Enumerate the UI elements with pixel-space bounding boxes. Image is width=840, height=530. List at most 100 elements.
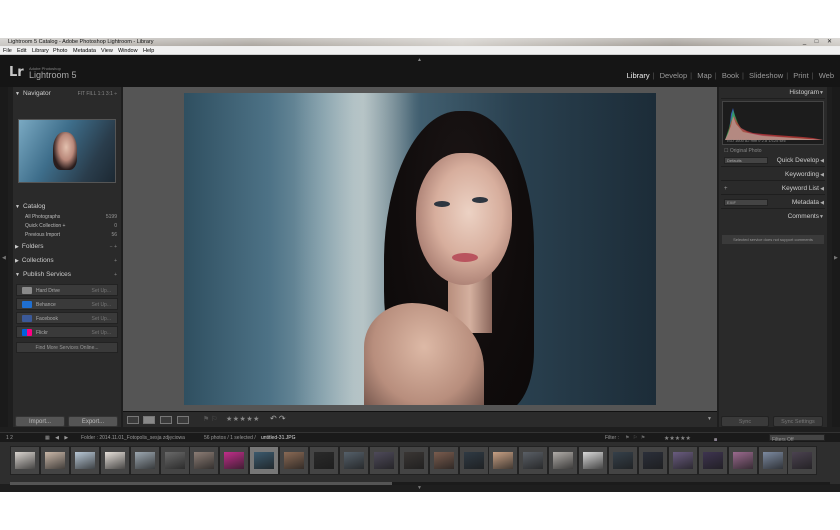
- collections-add-button[interactable]: +: [114, 258, 117, 264]
- service-behance[interactable]: Behance Set Up...: [16, 298, 118, 310]
- filmstrip-thumbnail[interactable]: [129, 446, 160, 475]
- filmstrip-thumbnail[interactable]: [608, 446, 638, 475]
- sync-settings-button[interactable]: Sync Settings: [773, 416, 823, 427]
- quick-develop-header[interactable]: Defaults Quick Develop ◀: [721, 155, 825, 167]
- filmstrip-thumbnail[interactable]: [368, 446, 399, 475]
- close-icon[interactable]: ✕: [824, 39, 835, 46]
- filmstrip-thumbnail[interactable]: [637, 446, 668, 475]
- filmstrip-thumbnail[interactable]: [428, 446, 459, 475]
- filmstrip-thumbnail[interactable]: [338, 446, 369, 475]
- menu-edit[interactable]: Edit: [17, 48, 26, 54]
- filter-preset-select[interactable]: Filters Off: [769, 434, 825, 443]
- import-button[interactable]: Import...: [15, 416, 65, 427]
- metadata-preset-select[interactable]: EXIF: [724, 199, 768, 206]
- filmstrip-thumbnail[interactable]: [667, 446, 698, 475]
- service-setup-button[interactable]: Set Up...: [92, 288, 111, 294]
- menu-metadata[interactable]: Metadata: [73, 48, 96, 54]
- service-setup-button[interactable]: Set Up...: [92, 302, 111, 308]
- flag-icons[interactable]: ⚑ ⚐: [203, 415, 218, 423]
- module-print[interactable]: Print: [793, 71, 808, 80]
- service-hard-drive[interactable]: Hard Drive Set Up...: [16, 284, 118, 296]
- minimize-icon[interactable]: _: [799, 39, 810, 46]
- filmstrip-thumbnail[interactable]: [458, 446, 489, 475]
- top-panel-toggle-icon[interactable]: ▲: [417, 57, 422, 63]
- histogram-header[interactable]: Histogram ▼: [721, 87, 825, 99]
- toolbar-options-chevron-icon[interactable]: ▼: [707, 416, 712, 422]
- menu-help[interactable]: Help: [143, 48, 154, 54]
- filmstrip-thumbnail[interactable]: [39, 446, 70, 475]
- sync-button[interactable]: Sync: [721, 416, 769, 427]
- loupe-view-icon[interactable]: [143, 416, 155, 424]
- find-more-services-button[interactable]: Find More Services Online...: [16, 342, 118, 353]
- publish-services-add-button[interactable]: +: [114, 272, 117, 278]
- grid-view-icon[interactable]: [127, 416, 139, 424]
- navigator-preview[interactable]: [18, 119, 116, 183]
- menu-view[interactable]: View: [101, 48, 113, 54]
- menu-library[interactable]: Library: [32, 48, 49, 54]
- service-facebook[interactable]: Facebook Set Up...: [16, 312, 118, 324]
- left-panel-edge[interactable]: ◀: [0, 87, 8, 427]
- survey-view-icon[interactable]: [177, 416, 189, 424]
- filmstrip-thumbnail[interactable]: [757, 446, 788, 475]
- publish-services-header[interactable]: ▼ Publish Services +: [15, 271, 119, 281]
- filmstrip-thumbnail[interactable]: [159, 446, 190, 475]
- right-panel-toggle-icon[interactable]: ▶: [834, 255, 838, 261]
- module-slideshow[interactable]: Slideshow: [749, 71, 783, 80]
- right-panel-edge[interactable]: ▶: [832, 87, 840, 427]
- folders-header[interactable]: ▶ Folders − +: [15, 243, 119, 253]
- export-button[interactable]: Export...: [68, 416, 118, 427]
- filmstrip-thumbnail[interactable]: [697, 446, 728, 475]
- filmstrip-selected-filename[interactable]: untitled-31.JPG: [261, 435, 295, 441]
- service-flickr[interactable]: Flickr Set Up...: [16, 326, 118, 338]
- menu-file[interactable]: File: [3, 48, 12, 54]
- catalog-row-previous-import[interactable]: Previous Import 56: [25, 232, 117, 240]
- star-rating[interactable]: ★★★★★: [226, 415, 260, 423]
- rotate-icons[interactable]: ↶ ↷: [270, 414, 286, 423]
- filmstrip-thumbnail[interactable]: [99, 446, 130, 475]
- filmstrip-source-path[interactable]: Folder : 2014.11.01_Fotopolis_sesja zdję…: [81, 435, 185, 441]
- filmstrip-thumbnail[interactable]: [69, 446, 100, 475]
- original-photo-checkbox[interactable]: ☐ Original Photo: [724, 148, 762, 154]
- catalog-header[interactable]: ▼ Catalog: [15, 203, 119, 213]
- keyword-add-button[interactable]: +: [724, 183, 728, 195]
- module-develop[interactable]: Develop: [660, 71, 688, 80]
- filmstrip[interactable]: [0, 442, 840, 485]
- quick-develop-preset-select[interactable]: Defaults: [724, 157, 768, 164]
- compare-view-icon[interactable]: [160, 416, 172, 424]
- module-web[interactable]: Web: [819, 71, 834, 80]
- module-book[interactable]: Book: [722, 71, 739, 80]
- loupe-view[interactable]: [123, 87, 717, 411]
- filmstrip-thumbnail[interactable]: [309, 446, 339, 475]
- module-library[interactable]: Library: [627, 71, 650, 80]
- maximize-icon[interactable]: □: [811, 39, 822, 46]
- navigator-zoom-options[interactable]: FIT FILL 1:1 3:1 ÷: [78, 91, 117, 97]
- metadata-header[interactable]: EXIF Metadata ◀: [721, 197, 825, 209]
- comments-header[interactable]: Comments ▼: [721, 211, 825, 223]
- filmstrip-thumbnail[interactable]: [398, 446, 429, 475]
- filmstrip-thumbnail[interactable]: [518, 446, 549, 475]
- left-panel-toggle-icon[interactable]: ◀: [2, 255, 6, 261]
- catalog-row-all-photographs[interactable]: All Photographs 5199: [25, 214, 117, 222]
- filmstrip-thumbnail[interactable]: [548, 446, 579, 475]
- keywording-header[interactable]: Keywording ◀: [721, 169, 825, 181]
- module-map[interactable]: Map: [697, 71, 712, 80]
- catalog-row-quick-collection[interactable]: Quick Collection + 0: [25, 223, 117, 231]
- service-setup-button[interactable]: Set Up...: [92, 330, 111, 336]
- filmstrip-thumbnail[interactable]: [578, 446, 609, 475]
- filmstrip-thumbnail[interactable]: [727, 446, 758, 475]
- filter-flag-icons[interactable]: ⚑ ⚐ ⚑: [625, 435, 646, 441]
- filmstrip-thumbnail[interactable]: [189, 446, 220, 475]
- filmstrip-thumbnail[interactable]: [279, 446, 310, 475]
- menu-photo[interactable]: Photo: [53, 48, 67, 54]
- filmstrip-scroll-thumb[interactable]: [10, 482, 392, 485]
- filmstrip-thumbnail[interactable]: [787, 446, 818, 475]
- collections-header[interactable]: ▶ Collections +: [15, 257, 119, 267]
- bottom-panel-toggle-icon[interactable]: ▼: [417, 485, 422, 491]
- secondary-display-buttons[interactable]: 1 2: [6, 435, 13, 441]
- keyword-list-header[interactable]: + Keyword List ◀: [721, 183, 825, 195]
- filmstrip-thumbnail[interactable]: [10, 446, 40, 475]
- filter-star-rating[interactable]: ★★★★★: [664, 435, 691, 442]
- service-setup-button[interactable]: Set Up...: [92, 316, 111, 322]
- filmstrip-thumbnail[interactable]: [219, 446, 250, 475]
- menu-window[interactable]: Window: [118, 48, 138, 54]
